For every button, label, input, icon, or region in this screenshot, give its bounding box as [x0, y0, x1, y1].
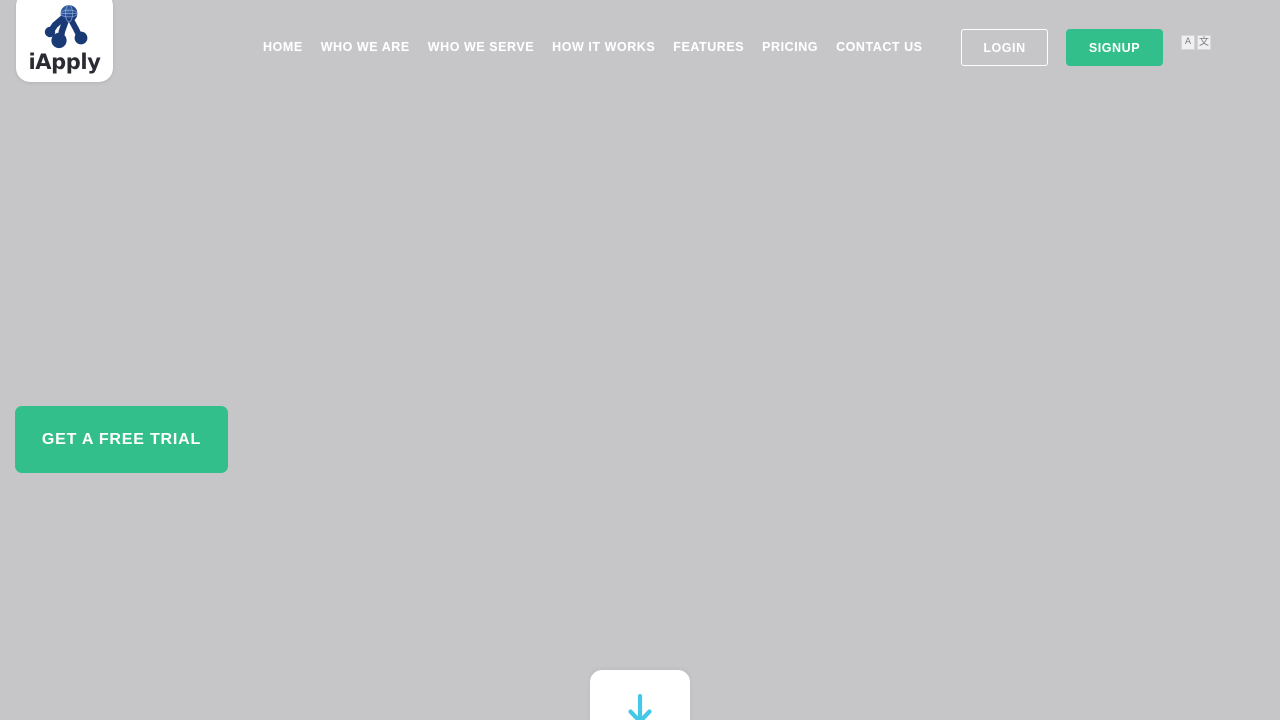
scroll-down-indicator[interactable]	[590, 670, 690, 720]
translate-cjk-glyph: 文	[1197, 35, 1211, 50]
nav-item-who-we-are[interactable]: WHO WE ARE	[312, 38, 419, 56]
nav-item-home[interactable]: HOME	[263, 38, 312, 56]
signup-button[interactable]: SIGNUP	[1066, 29, 1163, 66]
nav-item-how-it-works[interactable]: HOW IT WORKS	[543, 38, 664, 56]
main-navigation: HOME WHO WE ARE WHO WE SERVE HOW IT WORK…	[263, 38, 932, 56]
nav-item-who-we-serve[interactable]: WHO WE SERVE	[419, 38, 543, 56]
get-free-trial-button[interactable]: GET A FREE TRIAL	[15, 406, 228, 473]
nav-item-features[interactable]: FEATURES	[664, 38, 753, 56]
molecule-network-icon	[44, 5, 87, 49]
site-logo[interactable]: iApply	[16, 0, 113, 82]
translate-icon[interactable]: A 文	[1181, 35, 1211, 50]
logo-wordmark: iApply	[28, 50, 101, 74]
arrow-down-icon	[628, 694, 652, 720]
nav-item-pricing[interactable]: PRICING	[753, 38, 827, 56]
page-root: iApply HOME WHO WE ARE WHO WE SERVE HOW …	[0, 0, 1280, 720]
login-button[interactable]: LOGIN	[961, 29, 1048, 66]
translate-latin-glyph: A	[1181, 35, 1195, 50]
nav-item-contact-us[interactable]: CONTACT US	[827, 38, 932, 56]
site-header: iApply HOME WHO WE ARE WHO WE SERVE HOW …	[0, 0, 1280, 95]
